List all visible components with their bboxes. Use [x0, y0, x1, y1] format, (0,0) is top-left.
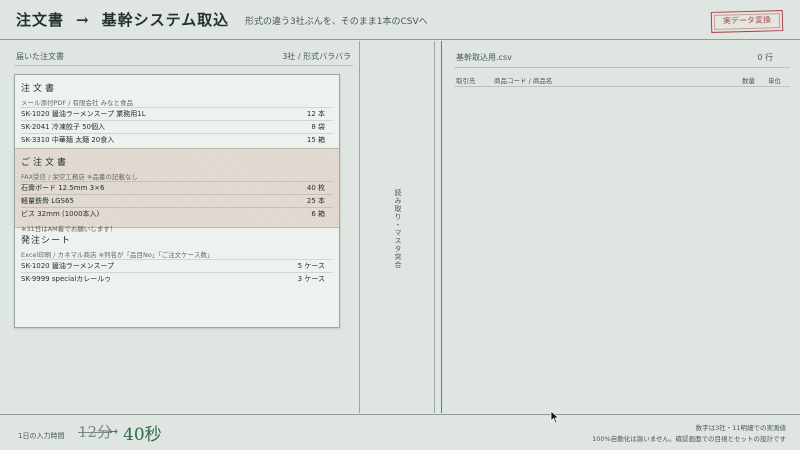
document-meta: FAX受信 / 栄空工務店 ※品番の記載なし — [21, 173, 138, 181]
csv-heading: 基幹取込用.csv 0 行 — [456, 52, 773, 63]
item-qty: 40 枚 — [306, 184, 325, 192]
footer-note: 数字は3社・11明細での実測値 — [695, 424, 786, 432]
document-title: 注文書 — [21, 84, 58, 94]
input-documents-panel: 届いた注文書 3社 / 形式バラバラ 注文書 メール添付PDF / 有限会社 み… — [0, 41, 359, 413]
title-source: 注文書 — [16, 11, 65, 29]
item-name: 軽量鉄骨 LGS65 — [21, 197, 74, 205]
item-qty: 5 ケース — [297, 262, 325, 270]
item-qty: 15 箱 — [306, 136, 325, 144]
list-item: SK-2041 冷凍餃子 50個入 8 袋 — [21, 120, 333, 133]
title-target: 基幹システム取込 — [101, 11, 230, 29]
list-item: SK-1020 醤油ラーメンスープ 業務用1L 12 本 — [21, 107, 333, 120]
page-title: 注文書 → 基幹システム取込 — [16, 9, 229, 30]
divider — [14, 65, 353, 66]
real-data-convert-button[interactable]: 実データ変換 — [710, 10, 784, 33]
item-qty: 6 箱 — [311, 210, 325, 218]
column-header: 取引先 — [456, 77, 476, 85]
csv-filename: 基幹取込用.csv — [456, 53, 512, 62]
column-header: 単位 — [768, 77, 781, 85]
list-item: ビス 32mm (1000本入) 6 箱 — [21, 207, 333, 220]
old-time-value: 12分 — [78, 423, 113, 441]
column-header: 数量 — [742, 77, 755, 85]
item-qty: 25 本 — [306, 197, 325, 205]
item-name: SK-1020 醤油ラーメンスープ 業務用1L — [21, 110, 146, 118]
list-item: 軽量鉄骨 LGS65 25 本 — [21, 194, 333, 207]
order-document-fax[interactable]: ご注文書 FAX受信 / 栄空工務店 ※品番の記載なし 石膏ボード 12.5mm… — [15, 148, 339, 233]
document-meta: メール添付PDF / 有限会社 みなと食品 — [21, 99, 134, 107]
document-title: 発注シート — [21, 236, 72, 246]
document-stack: 注文書 メール添付PDF / 有限会社 みなと食品 SK-1020 醤油ラーメン… — [14, 74, 340, 328]
input-heading-label: 届いた注文書 — [16, 52, 64, 61]
item-qty: 8 袋 — [311, 123, 325, 131]
new-time-value: 40秒 — [123, 425, 162, 445]
order-document-excel[interactable]: 発注シート Excel印刷 / カネマル商店 ※列名が「品目No」「ご注文ケース… — [15, 233, 339, 285]
csv-row-count: 0 行 — [757, 53, 773, 62]
list-item: SK-9999 specialカレールゥ 3 ケース — [21, 272, 333, 285]
order-document-pdf[interactable]: 注文書 メール添付PDF / 有限会社 みなと食品 SK-1020 醤油ラーメン… — [15, 81, 339, 146]
page-subtitle: 形式の違う3社ぶんを、そのまま1本のCSVへ — [245, 17, 428, 27]
item-name: ビス 32mm (1000本入) — [21, 210, 100, 218]
list-item: 石膏ボード 12.5mm 3×6 40 枚 — [21, 181, 333, 194]
footer-notes: 数字は3社・11明細での実測値 100%自動化は謳いません。確認画面での目視とセ… — [592, 423, 786, 445]
item-name: SK-1020 醤油ラーメンスープ — [21, 262, 115, 270]
item-qty: 3 ケース — [297, 275, 325, 283]
item-name: SK-2041 冷凍餃子 50個入 — [21, 123, 105, 131]
item-qty: 12 本 — [306, 110, 325, 118]
handwritten-note: ※31日はAM着でお願いします！ — [21, 225, 117, 233]
csv-output-panel: 基幹取込用.csv 0 行 取引先 商品コード / 商品名 数量 単位 — [442, 41, 800, 413]
title-arrow: → — [76, 11, 90, 29]
input-time-label: 1日の入力時間 — [18, 432, 65, 440]
item-name: SK-3310 中華麺 太麺 20食入 — [21, 136, 115, 144]
list-item: SK-1020 醤油ラーメンスープ 5 ケース — [21, 259, 333, 272]
document-title: ご注文書 — [21, 158, 70, 168]
footer: 1日の入力時間 12分 → 40秒 数字は3社・11明細での実測値 100%自動… — [0, 414, 800, 450]
divider — [454, 67, 790, 68]
processing-label: 読み取り・マスタ突合 — [394, 189, 402, 269]
item-name: 石膏ボード 12.5mm 3×6 — [21, 184, 105, 192]
input-documents-heading: 届いた注文書 3社 / 形式バラバラ — [16, 51, 351, 62]
divider — [454, 86, 790, 87]
document-meta: Excel印刷 / カネマル商店 ※列名が「品目No」「ご注文ケース数」 — [21, 251, 214, 259]
item-name: SK-9999 specialカレールゥ — [21, 275, 112, 283]
input-heading-summary: 3社 / 形式バラバラ — [282, 52, 351, 61]
header: 注文書 → 基幹システム取込 形式の違う3社ぶんを、そのまま1本のCSVへ 実データ… — [0, 0, 800, 40]
column-header: 商品コード / 商品名 — [494, 77, 553, 85]
mouse-cursor-icon — [550, 410, 560, 424]
arrow: → — [109, 425, 119, 438]
footer-note: 100%自動化は謳いません。確認画面での目視とセットの設計です — [592, 435, 786, 443]
list-item: SK-3310 中華麺 太麺 20食入 15 箱 — [21, 133, 333, 146]
processing-column: 読み取り・マスタ突合 — [359, 41, 435, 413]
